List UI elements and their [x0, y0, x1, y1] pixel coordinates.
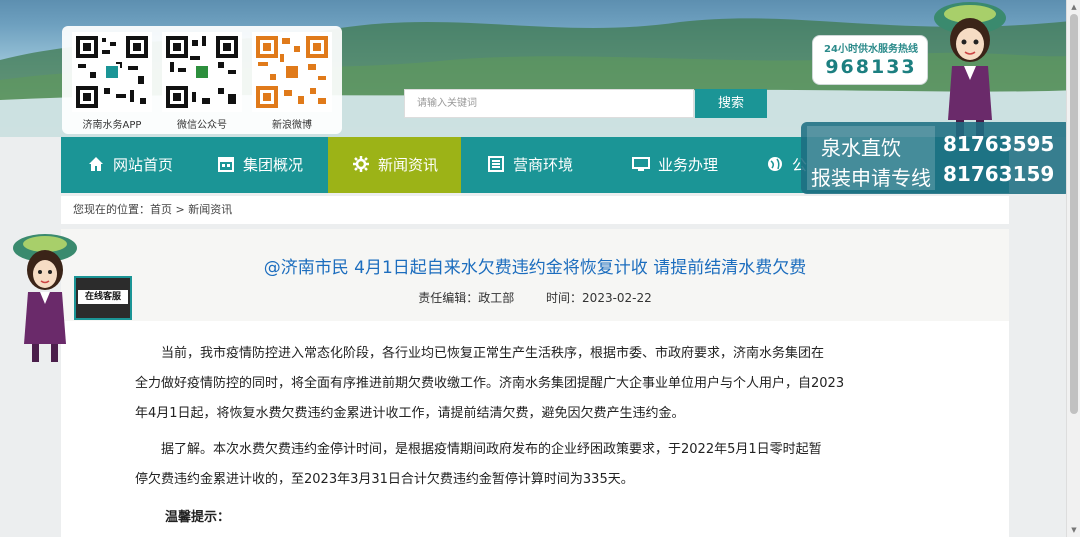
mascot-illustration	[934, 2, 1006, 137]
direct-drinking-promo[interactable]: 泉水直饮 报装申请专线 81763595 81763159	[801, 122, 1071, 194]
online-service-sign[interactable]: 在线客服	[74, 276, 132, 320]
hotline-bubble: 24小时供水服务热线 968133	[812, 35, 928, 85]
paragraph-1-line-3: 年4月1日起，将恢复水费欠费违约金累进计收工作，请提前结清欠费，避免因欠费产生违…	[135, 406, 685, 421]
article-paragraph-2: 据了解。本次水费欠费违约金停计时间，是根据疫情期间政府发布的企业纾困政策要求，于…	[135, 435, 935, 495]
wechat-qr-code[interactable]	[162, 32, 242, 112]
promo-number2: 81763159	[943, 162, 1055, 186]
service-mascot[interactable]	[10, 232, 80, 362]
article-meta: 责任编辑：政工部 时间：2023-02-22	[61, 289, 1009, 306]
qr-code-panel: 济南水务APP 微信公众号 新浪微博	[62, 26, 342, 134]
weibo-qr-code[interactable]	[252, 32, 332, 112]
search-button[interactable]: 搜索	[695, 89, 767, 118]
warm-tip-heading: 温馨提示：	[165, 510, 231, 525]
nav-label-news: 新闻资讯	[378, 156, 439, 174]
nav-item-group-overview[interactable]: 集团概况	[191, 137, 328, 193]
scroll-down-icon[interactable]: ▼	[1070, 526, 1078, 534]
nav-label-group-overview: 集团概况	[243, 156, 304, 174]
paragraph-2-line-1: 据了解。本次水费欠费违约金停计时间，是根据疫情期间政府发布的企业纾困政策要求，于…	[161, 442, 822, 457]
monitor-icon	[632, 156, 650, 171]
scroll-thumb[interactable]	[1070, 14, 1078, 414]
nav-label-home: 网站首页	[113, 156, 174, 174]
search-input[interactable]: 请输入关键词	[404, 89, 694, 118]
nav-item-business-handling[interactable]: 业务办理	[608, 137, 758, 193]
calendar-icon	[218, 156, 234, 172]
nav-item-home[interactable]: 网站首页	[61, 137, 191, 193]
article-paragraph-1: 当前，我市疫情防控进入常态化阶段，各行业均已恢复正常生产生活秩序，根据市委、市政…	[135, 339, 935, 429]
promo-line2: 报装申请专线	[811, 166, 931, 190]
app-qr-label: 济南水务APP	[82, 120, 142, 131]
weibo-qr-label: 新浪微博	[272, 120, 312, 131]
hotline-number: 968133	[825, 56, 917, 78]
nav-label-business-env: 营商环境	[513, 156, 574, 174]
article-editor: 责任编辑：政工部	[418, 291, 515, 305]
paragraph-2-line-2: 停欠费违约金累进计收的，至2023年3月31日合计欠费违约金暂停计算时间为335…	[135, 472, 634, 487]
breadcrumb: 您现在的位置：首页 > 新闻资讯	[61, 196, 1009, 224]
article-title: @济南市民 4月1日起自来水欠费违约金将恢复计收 请提前结清水费欠费	[263, 258, 807, 278]
nav-item-business-env[interactable]: 营商环境	[461, 137, 608, 193]
article-time: 时间：2023-02-22	[546, 291, 652, 305]
paragraph-1-line-1: 当前，我市疫情防控进入常态化阶段，各行业均已恢复正常生产生活秩序，根据市委、市政…	[161, 346, 825, 361]
list-icon	[488, 155, 504, 172]
nav-label-business-handling: 业务办理	[658, 156, 719, 174]
promo-line1: 泉水直饮	[821, 136, 901, 160]
paragraph-1-line-2: 全力做好疫情防控的同时，将全面有序推进前期欠费收缴工作。济南水务集团提醒广大企事…	[135, 376, 845, 391]
home-icon	[89, 156, 103, 171]
header-banner: 济南水务APP 微信公众号 新浪微博 请输入关键词 搜索 24小时供水服务热线 …	[0, 0, 1080, 137]
nav-item-news[interactable]: 新闻资讯	[328, 137, 461, 193]
scroll-up-icon[interactable]: ▲	[1070, 3, 1078, 11]
article-panel: @济南市民 4月1日起自来水欠费违约金将恢复计收 请提前结清水费欠费 责任编辑：…	[61, 229, 1009, 537]
page-scrollbar[interactable]: ▲ ▼	[1066, 0, 1080, 537]
hotline-label: 24小时供水服务热线	[824, 44, 918, 55]
promo-number1: 81763595	[943, 132, 1055, 156]
gear-icon	[353, 155, 369, 172]
online-service-label: 在线客服	[78, 290, 128, 304]
app-qr-code[interactable]	[72, 32, 152, 112]
globe-icon	[768, 156, 782, 171]
wechat-qr-label: 微信公众号	[177, 120, 227, 131]
article-header: @济南市民 4月1日起自来水欠费违约金将恢复计收 请提前结清水费欠费 责任编辑：…	[61, 229, 1009, 321]
